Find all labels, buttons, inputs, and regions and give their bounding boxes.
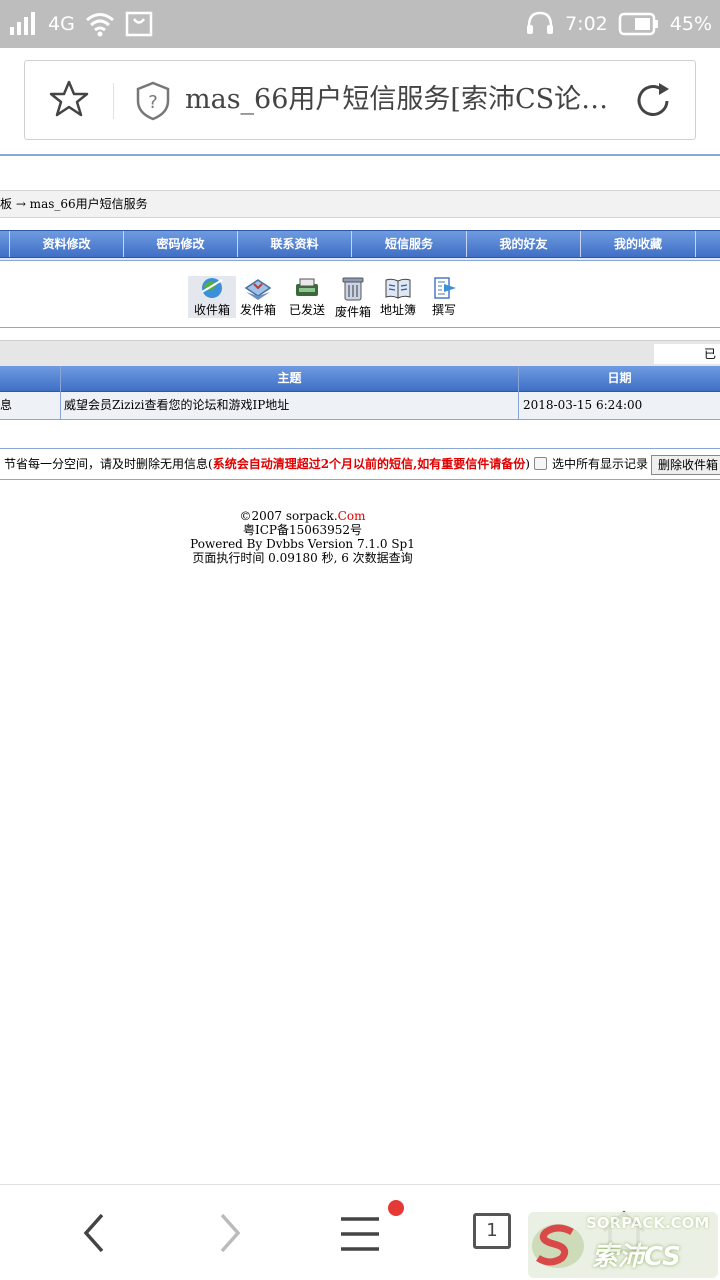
info-bar: 已 [0,340,720,366]
outbox-label: 发件箱 [239,303,276,317]
watermark-s-logo-icon [532,1224,584,1268]
copyright: ©2007 sorpack.Com [0,509,605,523]
message-type: 消息 [0,398,13,412]
copyright-text: ©2007 sorpack. [239,509,338,523]
browser-address-bar: ? mas_66用户短信服务[索沛CS论… [0,48,720,152]
menu-notification-dot [388,1200,404,1216]
svg-text:?: ? [148,92,158,113]
sent-icon [296,278,318,296]
page-top-border [0,154,720,156]
col-divider [60,366,61,420]
column-subject[interactable]: 主题 [60,366,519,391]
nav-item-favorites[interactable]: 我的收藏 [581,231,696,257]
url-box[interactable]: ? mas_66用户短信服务[索沛CS论… [24,60,696,140]
cleanup-notice: 节省每一分空间，请及时删除无用信息(系统会自动清理超过2个月以前的短信,如有重要… [4,449,530,479]
battery-icon [618,12,658,36]
outbox-button[interactable]: 发件箱 [234,276,282,318]
nav-item-contact[interactable]: 联系资料 [238,231,352,257]
message-table-header: 主题 日期 [0,366,720,392]
headset-icon [527,11,554,34]
delete-inbox-button[interactable]: 删除收件箱 [651,455,720,475]
page-title[interactable]: mas_66用户短信服务[索沛CS论… [185,80,625,120]
inbox-icon [201,278,223,298]
select-all-checkbox[interactable] [534,457,547,470]
shopping-bag-icon [125,11,153,37]
column-date[interactable]: 日期 [519,366,720,391]
back-icon[interactable] [68,1205,124,1261]
address-book-label: 地址簿 [379,303,416,317]
star-icon[interactable] [49,79,89,119]
compose-button[interactable]: 撰写 [420,276,468,318]
inbox-actions-bar: 节省每一分空间，请及时删除无用信息(系统会自动清理超过2个月以前的短信,如有重要… [0,448,720,480]
nav-item-messages[interactable]: 短信服务 [352,231,467,257]
nav-underline [0,258,720,261]
icp-number[interactable]: 粤ICP备15063952号 [0,523,605,537]
table-row[interactable]: 消息 威望会员Zizizi查看您的论坛和游戏IP地址 2018-03-15 6:… [0,392,720,420]
address-book-icon [385,278,411,299]
nav-item-profile[interactable]: 资料修改 [10,231,124,257]
trash-icon [342,277,364,301]
shield-icon[interactable]: ? [135,81,171,121]
nav-item-friends[interactable]: 我的好友 [467,231,581,257]
network-type: 4G [48,13,75,35]
watermark-site: SORPACK.COM [586,1214,710,1232]
battery-percent: 45% [669,13,712,35]
sent-button[interactable]: 已发送 [283,276,331,318]
sent-label: 已发送 [288,303,325,317]
cleanup-notice-warning: 系统会自动清理超过2个月以前的短信,如有重要信件请备份 [212,457,526,471]
select-all-label[interactable]: 选中所有显示记录 [552,449,648,479]
message-date: 2018-03-15 6:24:00 [523,398,643,412]
trash-label: 废件箱 [334,305,371,319]
cleanup-notice-suffix: ) [525,457,530,471]
exec-time: 页面执行时间 0.09180 秒, 6 次数据查询 [192,551,413,565]
url-divider [113,83,114,119]
outbox-icon [244,279,272,300]
wifi-icon [85,13,114,37]
nav-edge [0,231,10,257]
breadcrumb-text[interactable]: 面板 → mas_66用户短信服务 [0,191,148,217]
col-divider [518,366,519,420]
watermark-logo: SORPACK.COM 索沛CS [528,1212,718,1278]
breadcrumb: 面板 → mas_66用户短信服务 [0,190,720,218]
clock: 7:02 [565,13,608,35]
powered-by: Powered By Dvbbs Version 7.1.0 Sp1 [190,537,415,551]
copyright-link[interactable]: Com [338,509,366,523]
page-footer: ©2007 sorpack.Com 粤ICP备15063952号 Powered… [0,509,605,565]
cleanup-notice-prefix: 节省每一分空间，请及时删除无用信息( [4,457,213,471]
compose-icon [434,277,456,299]
nav-item-password[interactable]: 密码修改 [124,231,238,257]
forward-icon[interactable] [200,1205,256,1261]
reload-icon[interactable] [631,79,675,123]
watermark-brand: 索沛CS [592,1242,681,1272]
compose-label: 撰写 [431,303,456,317]
status-right-text: 已 [704,347,717,361]
address-book-button[interactable]: 地址簿 [374,276,422,318]
trash-button[interactable]: 废件箱 [329,276,377,320]
menu-icon[interactable] [332,1205,388,1261]
signal-icon [10,12,35,35]
user-nav-bar: 资料修改 密码修改 联系资料 短信服务 我的好友 我的收藏 [0,230,720,258]
status-right-box: 已 [654,344,720,364]
message-subject-link[interactable]: 威望会员Zizizi查看您的论坛和游戏IP地址 [64,392,514,419]
message-toolbar: 收件箱 发件箱 已发送 废件箱 地址簿 撰写 [0,268,720,328]
tab-count[interactable]: 1 [473,1213,511,1249]
inbox-button[interactable]: 收件箱 [188,276,236,318]
inbox-label: 收件箱 [193,303,230,317]
status-bar: 4G 7:02 45% [0,0,720,48]
